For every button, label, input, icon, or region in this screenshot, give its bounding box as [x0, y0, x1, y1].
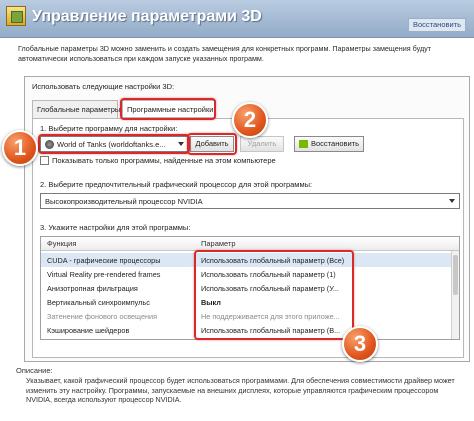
table-header: Функция Параметр — [41, 237, 459, 251]
intro-text: Глобальные параметры 3D можно заменить и… — [18, 44, 432, 63]
remove-program-button[interactable]: Удалить — [240, 136, 284, 152]
description-box: Описание: Указывает, какой графический п… — [12, 362, 470, 418]
function-cell: Кэширование шейдеров — [47, 326, 130, 335]
gpu-select[interactable]: Высокопроизводительный процессор NVIDIA — [40, 193, 460, 209]
callout-badge-1: 1 — [2, 130, 38, 166]
function-cell: Анизотропная фильтрация — [47, 284, 138, 293]
restore-program-label: Восстановить — [311, 139, 360, 148]
restore-defaults-link[interactable]: Восстановить — [408, 18, 466, 32]
nvidia-icon — [299, 140, 308, 148]
description-title: Описание: — [16, 366, 53, 375]
callout-badge-2: 2 — [232, 102, 268, 138]
step3-label: 3. Укажите настройки для этой программы: — [40, 223, 191, 232]
description-text: Указывает, какой графический процессор б… — [26, 376, 455, 404]
show-found-only-checkbox[interactable] — [40, 156, 49, 165]
tab-global-settings[interactable]: Глобальные параметры — [32, 100, 120, 118]
highlight-program-select — [38, 134, 190, 154]
highlight-add-button — [187, 133, 237, 155]
highlight-parameters — [194, 250, 354, 340]
column-parameter[interactable]: Параметр — [201, 239, 236, 248]
table-scrollbar[interactable] — [451, 251, 459, 339]
page-title: Управление параметрами 3D — [32, 8, 262, 25]
column-function[interactable]: Функция — [47, 239, 76, 248]
function-cell: Virtual Reality pre-rendered frames — [47, 270, 161, 279]
step1-label: 1. Выберите программу для настройки: — [40, 124, 178, 133]
highlight-tab — [120, 98, 216, 120]
chevron-down-icon — [449, 199, 455, 203]
callout-badge-3: 3 — [342, 326, 378, 362]
restore-program-button[interactable]: Восстановить — [294, 136, 364, 152]
step2-label: 2. Выберите предпочтительный графический… — [40, 180, 313, 189]
function-cell: CUDA - графические процессоры — [47, 256, 161, 265]
panel-header: Управление параметрами 3D Восстановить — [0, 0, 474, 38]
nvidia-panel-icon — [6, 6, 26, 26]
gpu-select-value: Высокопроизводительный процессор NVIDIA — [45, 197, 203, 206]
use-settings-label: Использовать следующие настройки 3D: — [32, 82, 175, 91]
function-cell: Вертикальный синхроимпульс — [47, 298, 150, 307]
show-found-only-label: Показывать только программы, найденные н… — [52, 156, 276, 165]
function-cell: Затенение фонового освещения — [47, 312, 158, 321]
